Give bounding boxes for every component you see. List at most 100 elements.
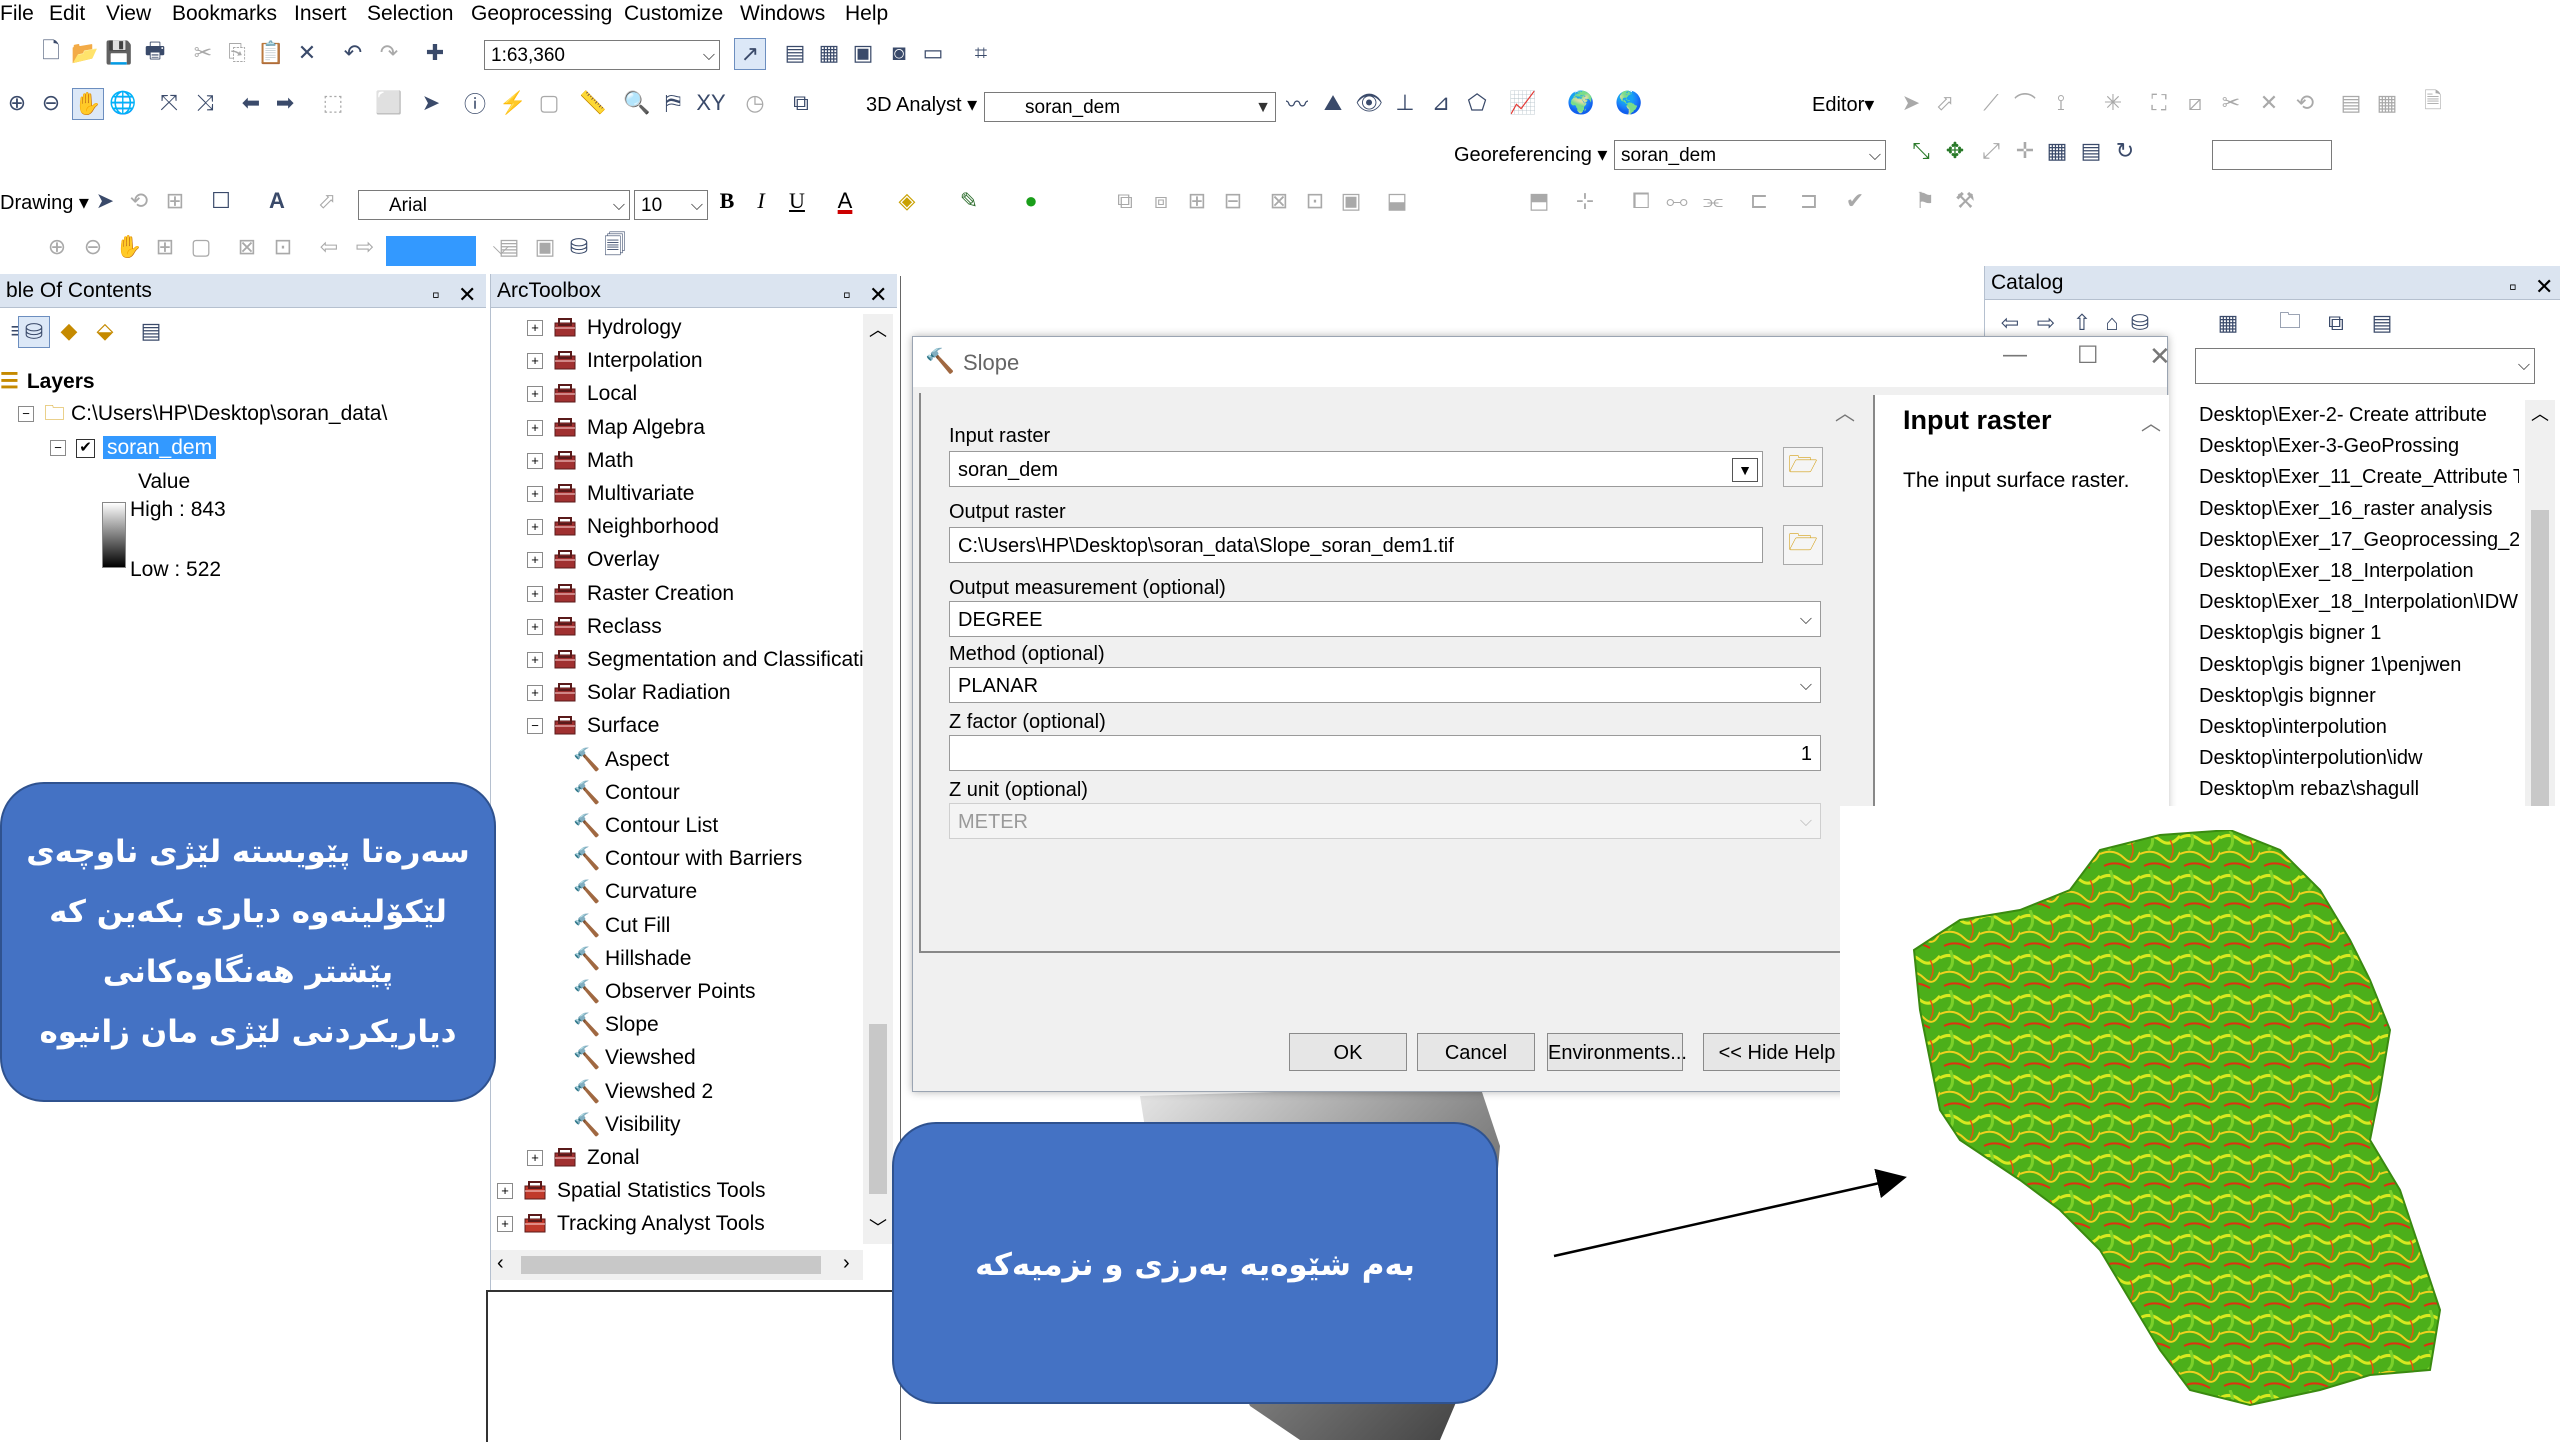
- expand-icon[interactable]: +: [527, 619, 543, 636]
- views-icon[interactable]: ▦: [2213, 308, 2243, 338]
- tool-aspect[interactable]: 🔨 Aspect: [573, 744, 669, 776]
- browse-input-folder-icon[interactable]: 🗁: [1783, 447, 1823, 487]
- h-scroll-thumb[interactable]: [521, 1256, 821, 1274]
- tool-contour[interactable]: 🔨 Contour: [573, 777, 680, 809]
- tool-hillshade[interactable]: 🔨 Hillshade: [573, 943, 691, 975]
- menu-insert[interactable]: Insert: [294, 2, 347, 26]
- method-select[interactable]: PLANAR ⌵: [949, 667, 1821, 703]
- layer-visibility-checkbox[interactable]: ✔: [76, 438, 95, 458]
- focus-frame-icon[interactable]: ▣: [530, 232, 560, 262]
- trace-network-icon[interactable]: ⫘: [1698, 186, 1728, 216]
- select-elements-icon[interactable]: ➤: [90, 186, 120, 216]
- edit-tool-icon[interactable]: ➤: [1896, 88, 1926, 118]
- catalog-options-icon[interactable]: ▤: [2367, 308, 2397, 338]
- scroll-up-icon[interactable]: ︿: [2531, 400, 2549, 426]
- topology-icon[interactable]: ⧠: [1626, 186, 1656, 216]
- toolset-map-algebra[interactable]: + Map Algebra: [527, 412, 705, 444]
- browse-output-folder-icon[interactable]: 🗁: [1783, 525, 1823, 565]
- cut-polygons-icon[interactable]: ✂: [2216, 88, 2246, 118]
- close-icon[interactable]: ✕: [2149, 341, 2171, 372]
- toolbox-tracking-analyst-tools[interactable]: + Tracking Analyst Tools: [497, 1208, 765, 1240]
- drawing-menu[interactable]: Drawing ▾: [0, 190, 89, 215]
- scroll-down-icon[interactable]: ﹀: [869, 1214, 887, 1240]
- expand-icon[interactable]: +: [527, 453, 543, 470]
- error-inspector-icon[interactable]: ⚑: [1910, 186, 1940, 216]
- catalog-item[interactable]: Desktop\gis bigner 1: [2199, 618, 2381, 649]
- layout-zoom-100-icon[interactable]: ▢: [186, 232, 216, 262]
- steepest-path-icon[interactable]: ⛰: [1318, 88, 1348, 118]
- zoom-out-icon[interactable]: ⊖: [36, 88, 66, 118]
- catalog-item[interactable]: Desktop\Exer-3-GeoProssing: [2199, 431, 2459, 462]
- catalog-item[interactable]: Desktop\interpolution\idw: [2199, 743, 2422, 774]
- tool-contour-list[interactable]: 🔨 Contour List: [573, 810, 718, 842]
- rotate-element-icon[interactable]: ⟲: [124, 186, 154, 216]
- profile-graph-icon[interactable]: 📈: [1508, 88, 1538, 118]
- collapse-icon[interactable]: −: [50, 440, 66, 457]
- ungroup-icon[interactable]: ⊟: [1218, 186, 1248, 216]
- toc-options-icon[interactable]: ▤: [136, 316, 166, 346]
- data-driven-pages-icon[interactable]: 🗐: [600, 232, 630, 262]
- reshape-icon[interactable]: ⧄: [2180, 88, 2210, 118]
- scale-georef-icon[interactable]: ⤢: [1976, 136, 2006, 166]
- up-one-level-icon[interactable]: ⇧: [2067, 308, 2097, 338]
- layout-zoom-out-icon[interactable]: ⊖: [78, 232, 108, 262]
- back-icon[interactable]: ⬅: [236, 88, 266, 118]
- shift-georef-icon[interactable]: ✥: [1940, 136, 1970, 166]
- expand-icon[interactable]: +: [527, 420, 543, 437]
- layer-row-soran-dem[interactable]: − ✔ soran_dem: [50, 432, 217, 464]
- menu-file[interactable]: File: [0, 2, 34, 26]
- catalog-vertical-scrollbar[interactable]: ︿: [2525, 400, 2555, 806]
- point-icon[interactable]: ✳: [2098, 88, 2128, 118]
- collapse-icon[interactable]: −: [527, 718, 543, 735]
- paste-icon[interactable]: 📋: [256, 38, 286, 68]
- interpolate-polygon-icon[interactable]: ⬠: [1462, 88, 1492, 118]
- create-features-icon[interactable]: 🗎: [2418, 88, 2448, 118]
- undo-icon[interactable]: ↶: [338, 38, 368, 68]
- list-by-source-icon[interactable]: ⛁: [18, 316, 50, 348]
- autohide-icon[interactable]: ▫: [2509, 270, 2517, 304]
- collapse-icon[interactable]: −: [18, 406, 34, 423]
- attributes-icon[interactable]: ▤: [2336, 88, 2366, 118]
- rotate-icon[interactable]: ⟲: [2290, 88, 2320, 118]
- rotate-georef-icon[interactable]: ⤡: [1906, 136, 1936, 166]
- menu-view[interactable]: View: [106, 2, 151, 26]
- georeferencing-menu[interactable]: Georeferencing ▾: [1454, 142, 1607, 167]
- font-name-select[interactable]: Arial ⌵: [358, 190, 630, 220]
- layout-forward-icon[interactable]: ⇨: [350, 232, 380, 262]
- split-icon[interactable]: ✕: [2254, 88, 2284, 118]
- map-scale-select[interactable]: 1:63,360 ⌵: [484, 40, 720, 70]
- toolset-raster-creation[interactable]: + Raster Creation: [527, 578, 734, 610]
- ok-button[interactable]: OK: [1289, 1033, 1407, 1071]
- expand-icon[interactable]: +: [527, 685, 543, 702]
- catalog-item[interactable]: Desktop\Exer_11_Create_Attribute Tal: [2199, 462, 2519, 493]
- expand-icon[interactable]: +: [527, 353, 543, 370]
- model-builder-icon[interactable]: ⌗: [966, 38, 996, 68]
- tool-slope[interactable]: 🔨 Slope: [573, 1009, 659, 1041]
- layout-zoom-input[interactable]: [386, 236, 476, 266]
- interpolate-line-icon[interactable]: ⊿: [1426, 88, 1456, 118]
- arcglobe-icon[interactable]: 🌎: [1614, 88, 1644, 118]
- scroll-right-icon[interactable]: ›: [843, 1252, 850, 1275]
- add-data-icon[interactable]: ✚: [420, 38, 450, 68]
- forward-icon[interactable]: ➡: [270, 88, 300, 118]
- menu-geoprocessing[interactable]: Geoprocessing: [471, 2, 612, 26]
- add-control-points-icon[interactable]: ✛: [2010, 136, 2040, 166]
- catalog-item[interactable]: Desktop\Exer_16_raster analysis: [2199, 494, 2492, 525]
- edit-vertices-draw-icon[interactable]: ⬀: [312, 186, 342, 216]
- open-icon[interactable]: 📂: [70, 38, 100, 68]
- change-layout-icon[interactable]: ⛁: [564, 232, 594, 262]
- select-elements-icon[interactable]: ➤: [416, 88, 446, 118]
- toolbox-spatial-statistics-tools[interactable]: + Spatial Statistics Tools: [497, 1175, 766, 1207]
- 3d-analyst-layer-select[interactable]: soran_dem ▼: [984, 92, 1276, 122]
- line-of-sight-icon[interactable]: 👁: [1354, 88, 1384, 118]
- layout-pan-icon[interactable]: ✋: [114, 232, 144, 262]
- inspector-icon[interactable]: ↻: [2110, 136, 2140, 166]
- find-icon[interactable]: 🔍: [622, 88, 652, 118]
- layout-fixed-out-icon[interactable]: ⊡: [268, 232, 298, 262]
- clear-selection-icon[interactable]: ⬜: [374, 88, 404, 118]
- zoom-in-icon[interactable]: ⊕: [2, 88, 32, 118]
- catalog-tree-icon[interactable]: ⧉: [2321, 308, 2351, 338]
- text-icon[interactable]: A: [262, 186, 292, 216]
- toolset-reclass[interactable]: + Reclass: [527, 611, 662, 643]
- map-topology-icon[interactable]: ⊏: [1744, 186, 1774, 216]
